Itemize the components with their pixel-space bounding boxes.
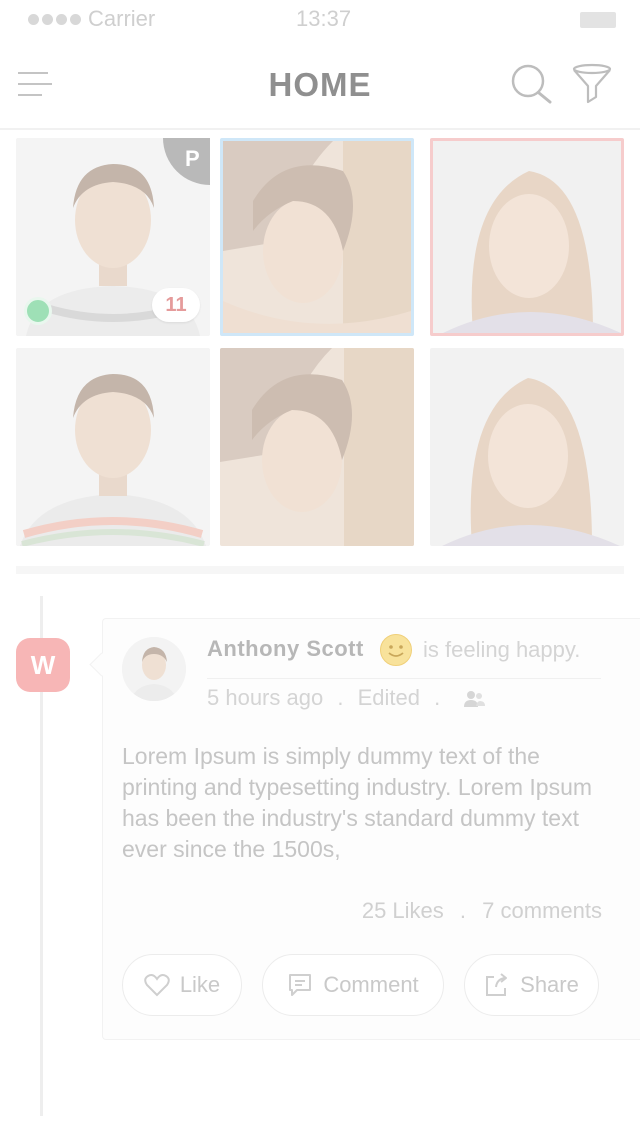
online-status-icon <box>24 297 52 325</box>
message-count-badge[interactable]: 11 <box>152 288 200 322</box>
post-feeling: is feeling happy. <box>423 637 581 662</box>
profile-tile-3[interactable] <box>430 138 624 336</box>
timeline-badge: W <box>16 638 70 692</box>
status-time: 13:37 <box>296 6 352 31</box>
comment-icon <box>289 974 312 996</box>
share-button[interactable]: Share <box>464 954 599 1016</box>
meta-separator: . <box>434 685 441 710</box>
friends-audience-icon <box>462 688 486 710</box>
profile-tile-5[interactable] <box>220 348 414 546</box>
share-icon <box>486 973 508 996</box>
like-label: Like <box>179 972 221 997</box>
status-bar: Carrier 13:37 <box>0 0 640 40</box>
carrier-label: Carrier <box>88 6 156 31</box>
comments-count[interactable]: 7 comments <box>482 898 602 923</box>
avatar[interactable] <box>122 637 186 701</box>
post-time: 5 hours ago <box>207 685 324 710</box>
battery-icon <box>580 12 616 28</box>
comment-button[interactable]: Comment <box>262 954 444 1016</box>
profile-tile-4[interactable] <box>16 348 210 546</box>
header-divider <box>0 128 640 130</box>
post-meta-divider <box>207 678 601 679</box>
post-edited: Edited <box>357 685 420 710</box>
heart-icon <box>144 974 170 997</box>
like-button[interactable]: Like <box>122 954 242 1016</box>
post-author-name[interactable]: Anthony Scott <box>207 636 364 662</box>
post-body: Lorem Ipsum is simply dummy text of the … <box>122 743 593 862</box>
comment-label: Comment <box>323 972 419 997</box>
share-label: Share <box>520 972 579 997</box>
likes-count[interactable]: 25 Likes <box>362 898 444 923</box>
profile-tile-6[interactable] <box>430 348 624 546</box>
section-divider <box>16 566 624 574</box>
smile-emoji-icon <box>380 634 412 666</box>
profile-tile-2[interactable] <box>220 138 414 336</box>
post-meta: 5 hours ago . Edited . <box>207 685 448 711</box>
search-icon[interactable] <box>508 62 556 106</box>
stats-separator: . <box>459 898 467 923</box>
meta-separator: . <box>337 685 344 710</box>
filter-icon[interactable] <box>570 62 616 106</box>
signal-strength-icon <box>28 14 81 25</box>
post-stats: 25 Likes . 7 comments <box>340 898 602 924</box>
